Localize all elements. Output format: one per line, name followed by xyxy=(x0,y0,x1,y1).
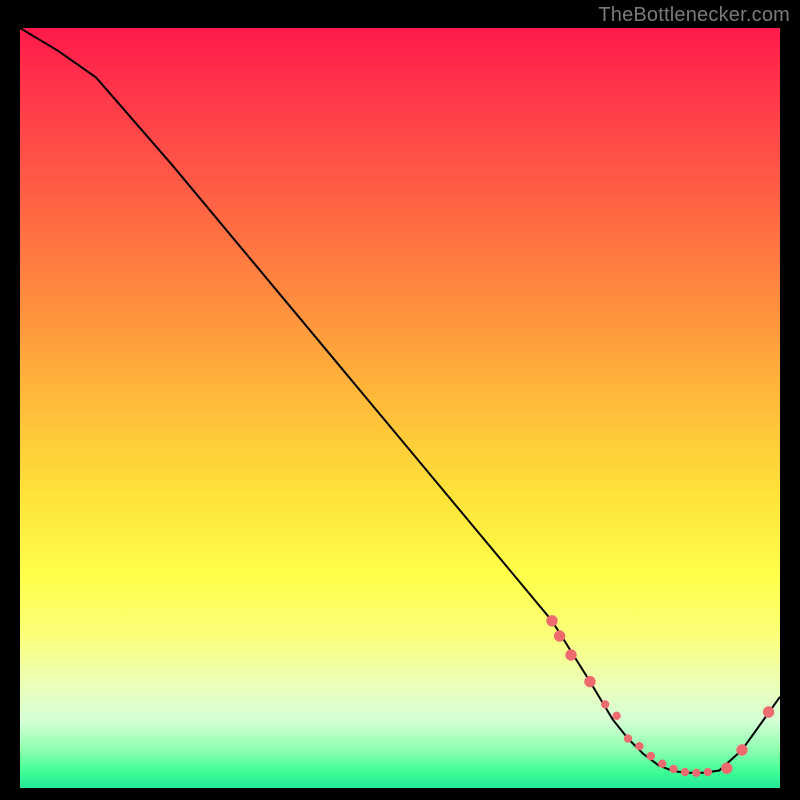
curve-marker xyxy=(584,676,595,687)
curve-marker xyxy=(721,763,732,774)
curve-marker xyxy=(658,760,666,768)
curve-marker xyxy=(704,768,712,776)
curve-marker xyxy=(736,744,747,755)
curve-marker xyxy=(624,734,632,742)
curve-marker xyxy=(669,765,677,773)
chart-frame: TheBottlenecker.com xyxy=(0,0,800,800)
curve-marker xyxy=(565,649,576,660)
curve-marker xyxy=(763,706,774,717)
curve-marker xyxy=(601,700,609,708)
curve-marker xyxy=(681,768,689,776)
curve-markers xyxy=(546,615,774,777)
chart-plot-area xyxy=(20,28,780,788)
curve-marker xyxy=(647,752,655,760)
bottleneck-curve xyxy=(20,28,780,773)
curve-marker xyxy=(692,769,700,777)
curve-marker xyxy=(612,712,620,720)
curve-marker xyxy=(554,630,565,641)
chart-svg xyxy=(20,28,780,788)
curve-marker xyxy=(546,615,557,626)
attribution-label: TheBottlenecker.com xyxy=(598,4,790,27)
curve-marker xyxy=(635,742,643,750)
